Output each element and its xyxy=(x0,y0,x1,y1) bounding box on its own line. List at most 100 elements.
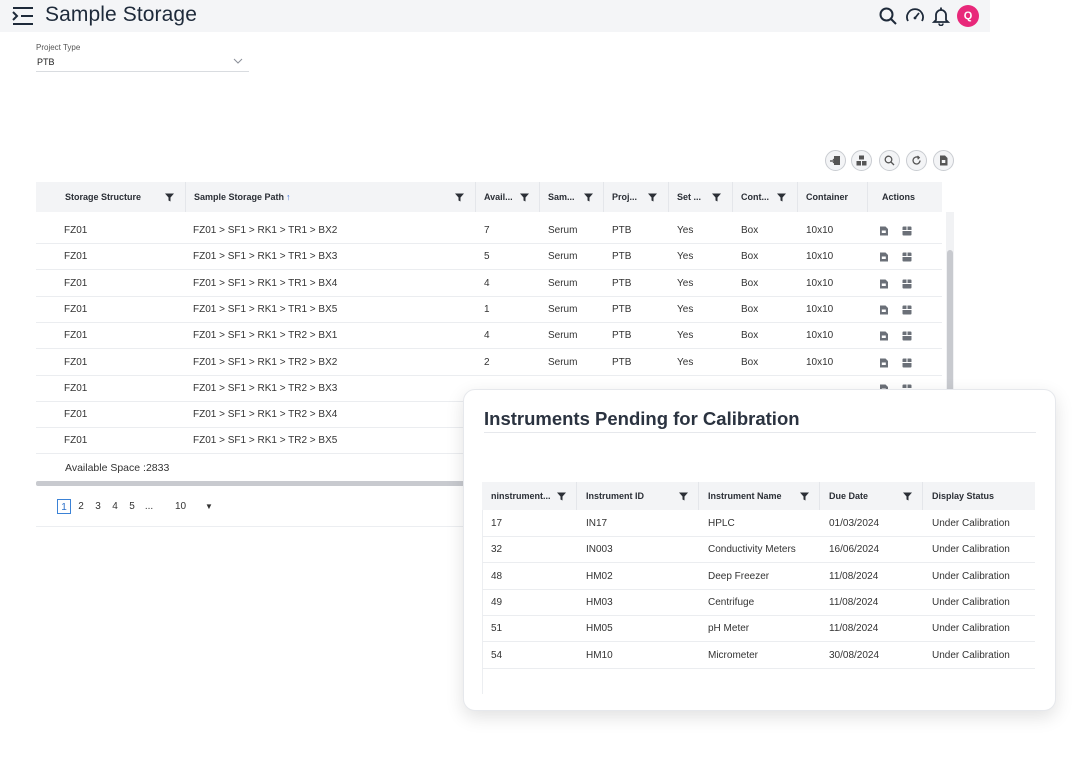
page-1-button[interactable]: 1 xyxy=(57,499,71,514)
table-row[interactable]: FZ01 FZ01 > SF1 > RK1 > TR1 > BX4 4 Serum PT… xyxy=(36,271,942,297)
storage-box-icon[interactable] xyxy=(902,226,912,236)
col-header-actions: Actions xyxy=(882,192,916,202)
cell-set: Yes xyxy=(677,330,694,342)
cell-display-status: Under Calibration xyxy=(932,623,1010,635)
search-grid-button[interactable] xyxy=(879,150,900,171)
cell-due-date: 01/03/2024 xyxy=(829,518,880,529)
sort-ascending-icon[interactable]: ↑ xyxy=(286,192,291,202)
page-2-button[interactable]: 2 xyxy=(74,499,88,514)
storage-box-icon[interactable] xyxy=(902,331,912,341)
export-button[interactable] xyxy=(933,150,954,171)
cell-container-type: Box xyxy=(741,303,759,315)
column-divider xyxy=(922,482,923,510)
col-header-available[interactable]: Avail... xyxy=(484,182,513,212)
page-3-button[interactable]: 3 xyxy=(91,499,105,514)
cell-sample-storage-path: FZ01 > SF1 > RK1 > TR2 > BX2 xyxy=(193,356,338,368)
filter-icon[interactable] xyxy=(903,492,912,501)
col-header-instrument-id[interactable]: Instrument ID xyxy=(586,482,644,510)
table-row[interactable]: FZ01 FZ01 > SF1 > RK1 > TR1 > BX2 7 Serum PT… xyxy=(36,218,942,244)
cell-project: PTB xyxy=(612,251,632,263)
boxes-icon xyxy=(856,155,867,166)
page-5-button[interactable]: 5 xyxy=(125,499,139,514)
col-header-due-date[interactable]: Due Date xyxy=(829,482,868,510)
table-row[interactable]: FZ01 FZ01 > SF1 > RK1 > TR2 > BX1 4 Serum PT… xyxy=(36,323,942,350)
table-row[interactable]: 32 IN003 Conductivity Meters 16/06/2024 Unde… xyxy=(482,537,1035,564)
cell-set: Yes xyxy=(677,277,694,289)
table-row[interactable]: FZ01 FZ01 > SF1 > RK1 > TR1 > BX3 5 Serum PT… xyxy=(36,244,942,271)
more-pages-button[interactable]: ... xyxy=(142,499,156,514)
col-header-sample-storage-path[interactable]: Sample Storage Path ↑ xyxy=(194,182,291,212)
caret-down-icon: ▼ xyxy=(205,502,213,511)
col-header-sample-type[interactable]: Sam... xyxy=(548,182,575,212)
cell-container-type: Box xyxy=(741,356,759,368)
column-divider xyxy=(867,182,868,212)
cell-project: PTB xyxy=(612,356,632,368)
table-row[interactable]: 51 HM05 pH Meter 11/08/2024 Under Calibratio… xyxy=(482,616,1035,643)
search-icon[interactable] xyxy=(878,6,898,26)
filter-icon[interactable] xyxy=(712,193,721,202)
col-header-project[interactable]: Proj... xyxy=(612,182,637,212)
cell-sample-type: Serum xyxy=(548,356,578,368)
chevron-down-icon[interactable] xyxy=(233,57,243,65)
cell-sample-storage-path: FZ01 > SF1 > RK1 > TR1 > BX3 xyxy=(193,251,338,263)
filter-icon[interactable] xyxy=(800,492,809,501)
filter-icon[interactable] xyxy=(557,492,566,501)
cell-instrument-id: HM10 xyxy=(586,649,613,661)
filter-icon[interactable] xyxy=(777,193,786,202)
table-row[interactable]: FZ01 FZ01 > SF1 > RK1 > TR2 > BX2 2 Serum PT… xyxy=(36,350,942,376)
filter-icon[interactable] xyxy=(648,193,657,202)
col-header-instrument-number[interactable]: ninstrument... xyxy=(491,482,551,510)
storage-box-icon[interactable] xyxy=(902,279,912,289)
storage-layout-button[interactable] xyxy=(851,150,872,171)
storage-box-icon[interactable] xyxy=(902,305,912,315)
available-space-footer: Available Space :2833 xyxy=(65,462,170,474)
view-document-icon[interactable] xyxy=(879,226,889,236)
table-row[interactable]: 17 IN17 HPLC 01/03/2024 Under Calibration xyxy=(482,511,1035,537)
grid-horizontal-scrollbar[interactable] xyxy=(36,481,466,486)
view-document-icon[interactable] xyxy=(879,252,889,262)
column-divider xyxy=(539,182,540,212)
col-header-set[interactable]: Set ... xyxy=(677,182,701,212)
table-row[interactable]: 54 HM10 Micrometer 30/08/2024 Under Calibrat… xyxy=(482,643,1035,669)
cell-sample-storage-path: FZ01 > SF1 > RK1 > TR2 > BX5 xyxy=(193,435,338,447)
col-header-display-status[interactable]: Display Status xyxy=(932,482,994,510)
page-4-button[interactable]: 4 xyxy=(108,499,122,514)
project-type-select-value[interactable]: PTB xyxy=(37,57,55,67)
filter-icon[interactable] xyxy=(520,193,529,202)
storage-box-icon[interactable] xyxy=(902,252,912,262)
cell-sample-storage-path: FZ01 > SF1 > RK1 > TR1 > BX5 xyxy=(193,303,338,315)
notification-bell-icon[interactable] xyxy=(931,6,951,26)
page-size-select[interactable]: 10 ▼ xyxy=(175,499,217,514)
col-header-container[interactable]: Container xyxy=(806,182,848,212)
calibration-header-row: ninstrument... Instrument ID Instrument … xyxy=(482,482,1035,510)
dashboard-gauge-icon[interactable] xyxy=(905,6,925,26)
col-header-storage-structure[interactable]: Storage Structure xyxy=(65,182,141,212)
filter-icon[interactable] xyxy=(584,193,593,202)
view-document-icon[interactable] xyxy=(879,331,889,341)
table-row[interactable]: 48 HM02 Deep Freezer 11/08/2024 Under Calibr… xyxy=(482,564,1035,590)
filter-icon[interactable] xyxy=(679,492,688,501)
cell-container-type: Box xyxy=(741,277,759,289)
cell-storage-structure: FZ01 xyxy=(64,277,88,289)
import-button[interactable] xyxy=(825,150,846,171)
table-row[interactable]: 49 HM03 Centrifuge 11/08/2024 Under Calibrat… xyxy=(482,590,1035,616)
cell-sample-type: Serum xyxy=(548,251,578,263)
filter-icon[interactable] xyxy=(455,193,464,202)
col-header-container-type[interactable]: Cont... xyxy=(741,182,769,212)
top-bar: Sample Storage Q xyxy=(0,0,990,32)
cell-sample-storage-path: FZ01 > SF1 > RK1 > TR2 > BX4 xyxy=(193,409,338,421)
cell-sample-storage-path: FZ01 > SF1 > RK1 > TR1 > BX4 xyxy=(193,277,338,289)
filter-icon[interactable] xyxy=(165,193,174,202)
view-document-icon[interactable] xyxy=(879,279,889,289)
menu-collapse-icon[interactable] xyxy=(12,6,34,26)
col-header-instrument-name[interactable]: Instrument Name xyxy=(708,482,782,510)
storage-box-icon[interactable] xyxy=(902,358,912,368)
cell-container: 10x10 xyxy=(806,356,834,368)
view-document-icon[interactable] xyxy=(879,305,889,315)
user-avatar[interactable]: Q xyxy=(957,5,979,27)
cell-storage-structure: FZ01 xyxy=(64,356,88,368)
cell-sample-type: Serum xyxy=(548,303,578,315)
table-row[interactable]: FZ01 FZ01 > SF1 > RK1 > TR1 > BX5 1 Serum PT… xyxy=(36,297,942,323)
refresh-button[interactable] xyxy=(906,150,927,171)
view-document-icon[interactable] xyxy=(879,358,889,368)
